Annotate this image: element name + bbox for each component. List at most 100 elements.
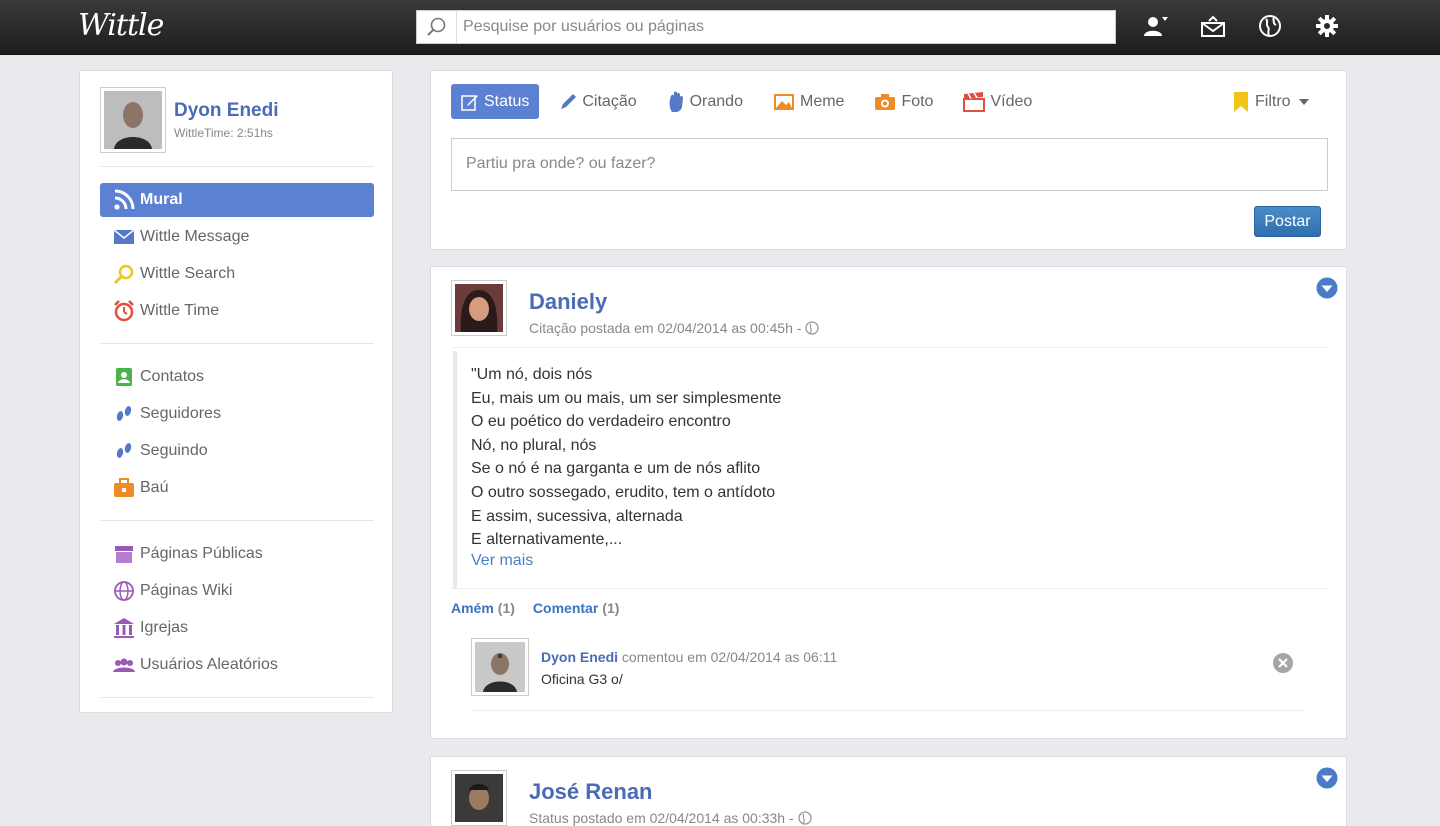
rss-icon bbox=[112, 188, 136, 212]
comment-text: Oficina G3 o/ bbox=[541, 671, 623, 687]
tab-foto[interactable]: Foto bbox=[864, 84, 943, 119]
avatar[interactable] bbox=[451, 770, 507, 826]
sidebar-item-label: Baú bbox=[140, 479, 169, 496]
globe-icon bbox=[797, 811, 812, 825]
post-actions: Amém (1) Comentar (1) bbox=[451, 600, 619, 616]
divider bbox=[100, 697, 374, 698]
tab-label: Orando bbox=[689, 92, 743, 110]
post-meta: Status postado em 02/04/2014 as 00:33h - bbox=[529, 810, 812, 826]
comment-meta: Dyon Enedi comentou em 02/04/2014 as 06:… bbox=[541, 649, 837, 665]
tab-meme[interactable]: Meme bbox=[763, 84, 854, 119]
church-icon bbox=[112, 616, 136, 640]
quote-line: "Um nó, dois nós bbox=[471, 366, 593, 383]
globe-icon bbox=[112, 579, 136, 603]
sidebar-item-wittle-message[interactable]: Wittle Message bbox=[100, 220, 374, 254]
quote-line: Eu, mais um ou mais, um ser simplesmente bbox=[471, 389, 782, 407]
envelope-icon bbox=[112, 225, 136, 249]
quote-line: O outro sossegado, erudito, tem o antído… bbox=[471, 483, 776, 501]
chest-icon bbox=[112, 476, 136, 500]
comment-author[interactable]: Dyon Enedi bbox=[541, 649, 618, 665]
users-icon bbox=[112, 653, 136, 677]
left-sidebar: Dyon Enedi WittleTime: 2:51hs Mural Witt… bbox=[79, 70, 393, 713]
divider bbox=[100, 520, 374, 521]
store-icon bbox=[112, 542, 136, 566]
comment-count: (1) bbox=[602, 600, 620, 616]
post-button[interactable]: Postar bbox=[1254, 206, 1321, 237]
close-icon[interactable] bbox=[1272, 652, 1294, 674]
search-box[interactable] bbox=[416, 10, 1116, 44]
see-more-link[interactable]: Ver mais bbox=[471, 552, 533, 570]
divider bbox=[451, 588, 1328, 589]
praying-hand-icon bbox=[667, 91, 685, 113]
sidebar-item-label: Usuários Aleatórios bbox=[140, 656, 278, 673]
tab-label: Citação bbox=[582, 92, 637, 110]
post-options-icon[interactable] bbox=[1316, 277, 1338, 299]
edit-icon bbox=[461, 93, 479, 111]
tab-label: Status bbox=[484, 92, 530, 110]
sidebar-item-label: Contatos bbox=[140, 368, 205, 385]
globe-icon bbox=[805, 321, 820, 335]
post-author[interactable]: Daniely bbox=[529, 289, 607, 315]
sidebar-item-label: Páginas Wiki bbox=[140, 582, 233, 599]
avatar[interactable] bbox=[451, 280, 507, 336]
quote-bar bbox=[453, 351, 457, 588]
sidebar-item-usuarios-aleatorios[interactable]: Usuários Aleatórios bbox=[100, 648, 374, 682]
amen-button[interactable]: Amém bbox=[451, 600, 494, 616]
tab-video[interactable]: Vídeo bbox=[953, 84, 1042, 119]
tab-citacao[interactable]: Citação bbox=[549, 84, 646, 119]
comment-date: comentou em 02/04/2014 as 06:11 bbox=[621, 649, 838, 665]
sidebar-item-label: Wittle Message bbox=[140, 228, 250, 245]
gear-icon[interactable] bbox=[1311, 10, 1343, 42]
tab-label: Foto bbox=[901, 92, 934, 110]
sidebar-item-label: Seguidores bbox=[140, 405, 221, 422]
sidebar-item-bau[interactable]: Baú bbox=[100, 471, 374, 505]
divider bbox=[100, 166, 374, 167]
quote-line: Nó, no plural, nós bbox=[471, 436, 597, 454]
tab-label: Meme bbox=[799, 92, 845, 110]
footprints-icon bbox=[112, 439, 136, 463]
tab-orando[interactable]: Orando bbox=[657, 84, 753, 119]
post-author[interactable]: José Renan bbox=[529, 779, 653, 805]
wittletime-text: WittleTime: 2:51hs bbox=[174, 126, 273, 140]
sidebar-item-label: Seguindo bbox=[140, 442, 208, 459]
search-input[interactable] bbox=[457, 11, 1115, 43]
divider bbox=[100, 343, 374, 344]
bookmark-icon bbox=[1233, 91, 1249, 113]
avatar[interactable] bbox=[471, 638, 529, 696]
sidebar-item-wittle-time[interactable]: Wittle Time bbox=[100, 294, 374, 328]
sidebar-item-igrejas[interactable]: Igrejas bbox=[100, 611, 374, 645]
sidebar-item-label: Mural bbox=[140, 191, 183, 208]
sidebar-item-label: Wittle Time bbox=[140, 302, 220, 319]
sidebar-item-paginas-wiki[interactable]: Páginas Wiki bbox=[100, 574, 374, 608]
sidebar-item-seguindo[interactable]: Seguindo bbox=[100, 434, 374, 468]
post-options-icon[interactable] bbox=[1316, 767, 1338, 789]
comment-button[interactable]: Comentar bbox=[533, 600, 598, 616]
quote-line: O eu poético do verdadeiro encontro bbox=[471, 413, 731, 431]
camera-icon bbox=[874, 93, 896, 111]
filter-dropdown[interactable]: Filtro bbox=[1233, 91, 1309, 113]
post-composer: Status Citação Orando Meme Foto Vídeo Fi… bbox=[430, 70, 1347, 250]
quote-line: E alternativamente,... bbox=[471, 531, 623, 549]
post-quote-text: "Um nó, dois nós Eu, mais um ou mais, um… bbox=[471, 363, 781, 552]
friend-request-icon[interactable] bbox=[1140, 10, 1172, 42]
sidebar-item-mural[interactable]: Mural bbox=[100, 183, 374, 217]
post-meta-text: Status postado em 02/04/2014 as 00:33h - bbox=[529, 810, 794, 826]
search-icon bbox=[417, 11, 457, 43]
quote-line: E assim, sucessiva, alternada bbox=[471, 507, 683, 525]
magnifier-icon bbox=[112, 262, 136, 286]
sidebar-item-wittle-search[interactable]: Wittle Search bbox=[100, 257, 374, 291]
chevron-down-icon bbox=[1298, 99, 1309, 105]
tab-status[interactable]: Status bbox=[451, 84, 540, 119]
sidebar-item-paginas-publicas[interactable]: Páginas Públicas bbox=[100, 537, 374, 571]
wittle-logo[interactable]: Wittle bbox=[78, 8, 164, 43]
globe-icon[interactable] bbox=[1254, 10, 1286, 42]
profile-name[interactable]: Dyon Enedi bbox=[174, 100, 279, 122]
alarm-clock-icon bbox=[112, 299, 136, 323]
profile-card: Dyon Enedi WittleTime: 2:51hs bbox=[100, 87, 279, 153]
messages-icon[interactable] bbox=[1197, 10, 1229, 42]
sidebar-item-contatos[interactable]: Contatos bbox=[100, 360, 374, 394]
status-input[interactable] bbox=[451, 138, 1328, 191]
post-meta-text: Citação postada em 02/04/2014 as 00:45h … bbox=[529, 320, 802, 336]
avatar[interactable] bbox=[100, 87, 166, 153]
sidebar-item-seguidores[interactable]: Seguidores bbox=[100, 397, 374, 431]
